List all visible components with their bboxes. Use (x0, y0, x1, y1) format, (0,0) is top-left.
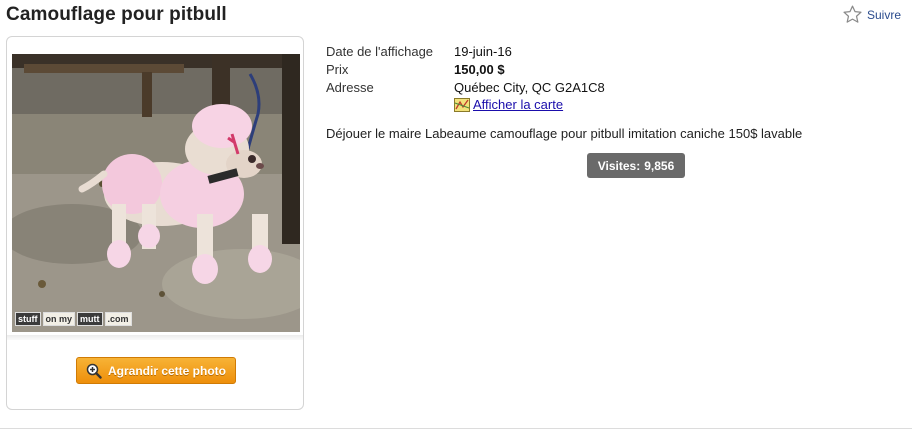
watermark-part: mutt (77, 312, 103, 326)
follow-label: Suivre (867, 8, 902, 22)
enlarge-photo-label: Agrandir cette photo (107, 363, 226, 378)
photo-card: stuff on my mutt .com Agrandir cette pho… (6, 36, 304, 410)
detail-row-date: Date de l'affichage 19-juin-16 (326, 43, 605, 61)
visits-label: Visites: (597, 158, 641, 173)
listing-photo[interactable]: stuff on my mutt .com (12, 54, 300, 332)
visits-count: 9,856 (644, 158, 675, 173)
detail-row-price: Prix 150,00 $ (326, 61, 605, 79)
visits-badge: Visites: 9,856 (587, 153, 685, 178)
photo-watermark: stuff on my mutt .com (15, 312, 132, 326)
watermark-part: on my (42, 312, 76, 326)
date-label: Date de l'affichage (326, 44, 434, 59)
follow-button[interactable]: Suivre (842, 4, 901, 25)
bottom-divider (0, 428, 912, 429)
price-label: Prix (326, 62, 349, 77)
price-value: 150,00 $ (454, 62, 505, 77)
map-link-row: Afficher la carte (454, 97, 605, 113)
watermark-part: .com (104, 312, 132, 326)
date-value: 19-juin-16 (454, 44, 512, 59)
listing-details: Date de l'affichage 19-juin-16 Prix 150,… (326, 43, 605, 113)
watermark-part: stuff (15, 312, 41, 326)
detail-row-address: Adresse Québec City, QC G2A1C8 (326, 79, 605, 97)
enlarge-photo-button[interactable]: Agrandir cette photo (76, 357, 236, 384)
page-title: Camouflage pour pitbull (6, 4, 227, 25)
address-value: Québec City, QC G2A1C8 (454, 80, 605, 95)
star-outline-icon (843, 5, 862, 23)
map-icon (454, 98, 470, 112)
address-label: Adresse (326, 80, 374, 95)
magnifier-plus-icon (86, 363, 102, 379)
show-map-link[interactable]: Afficher la carte (473, 97, 563, 113)
photo-divider (7, 335, 303, 340)
listing-description: Déjouer le maire Labeaume camouflage pou… (326, 126, 803, 141)
